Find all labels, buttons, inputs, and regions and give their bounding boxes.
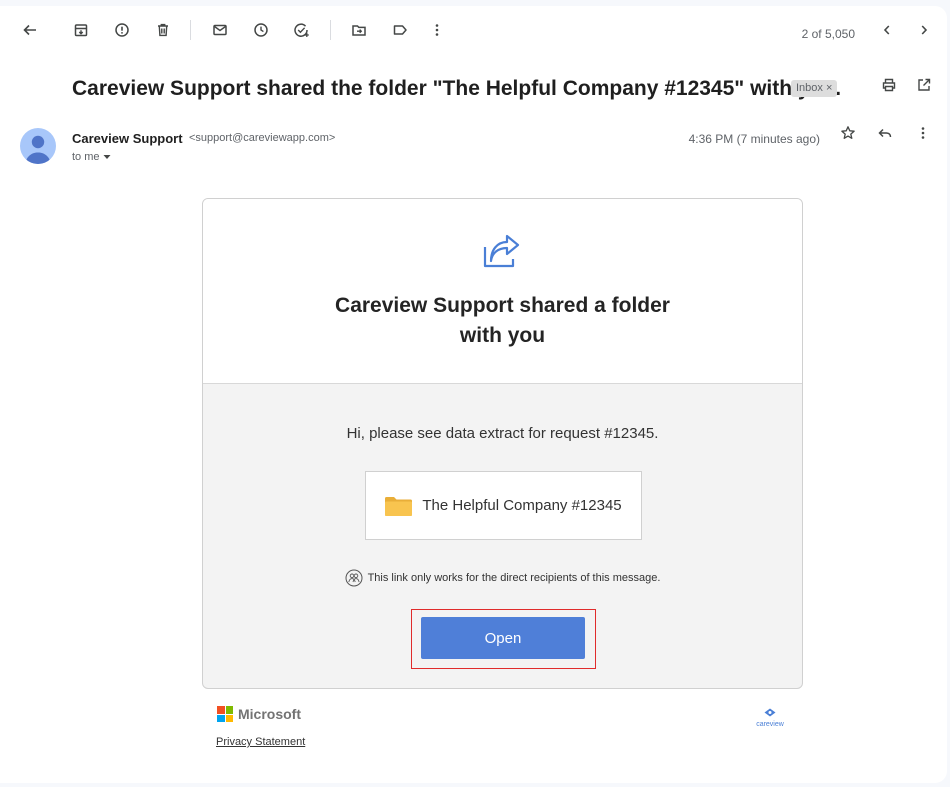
sender-email: <support@careviewapp.com>: [189, 132, 336, 144]
caret-down-icon: [103, 154, 111, 160]
careview-logo-mark: [764, 708, 776, 717]
recipient-notice: This link only works for the direct reci…: [203, 569, 802, 587]
back-arrow-icon[interactable]: [20, 20, 40, 40]
toolbar-divider: [190, 20, 191, 40]
folder-name: The Helpful Company #12345: [422, 497, 622, 514]
delete-icon[interactable]: [153, 20, 173, 40]
microsoft-grid-icon: [217, 706, 233, 722]
message-timestamp: 4:36 PM (7 minutes ago): [688, 132, 820, 146]
folder-icon: [385, 496, 413, 516]
card-title-line-1: Careview Support shared a folder: [335, 294, 670, 317]
open-button[interactable]: Open: [421, 617, 585, 659]
message-more-icon[interactable]: [913, 123, 933, 143]
careview-logo-text: careview: [756, 721, 784, 728]
notice-text: This link only works for the direct reci…: [367, 572, 661, 584]
chevron-right-icon[interactable]: [914, 20, 934, 40]
mark-unread-icon[interactable]: [210, 20, 230, 40]
reply-icon[interactable]: [875, 123, 895, 143]
snooze-icon[interactable]: [251, 20, 271, 40]
card-header: Careview Support shared a folder with yo…: [203, 199, 802, 384]
report-spam-icon[interactable]: [112, 20, 132, 40]
card-title-line-2: with you: [459, 324, 546, 347]
archive-icon[interactable]: [71, 20, 91, 40]
add-task-icon[interactable]: [292, 20, 312, 40]
sender-name[interactable]: Careview Support: [72, 131, 183, 146]
move-to-icon[interactable]: [349, 20, 369, 40]
recipient-text: to me: [72, 151, 100, 163]
print-icon[interactable]: [879, 75, 899, 95]
toolbar-divider: [330, 20, 331, 40]
more-vert-icon[interactable]: [427, 20, 447, 40]
email-body-card: Careview Support shared a folder with yo…: [202, 198, 803, 689]
card-title: Careview Support shared a folder with yo…: [203, 291, 802, 351]
email-subject: Careview Support shared the folder "The …: [72, 77, 842, 100]
privacy-statement-link[interactable]: Privacy Statement: [216, 736, 305, 748]
pagination-count: 2 of 5,050: [801, 27, 855, 41]
recipient-details-toggle[interactable]: to me: [72, 151, 111, 163]
open-in-new-window-icon[interactable]: [914, 75, 934, 95]
avatar[interactable]: [20, 128, 56, 164]
star-icon[interactable]: [838, 123, 858, 143]
card-message: Hi, please see data extract for request …: [346, 425, 659, 442]
label-chip-text: Inbox: [796, 82, 823, 94]
shared-folder-link[interactable]: The Helpful Company #12345: [365, 471, 642, 540]
inbox-label-chip[interactable]: Inbox ×: [791, 80, 838, 97]
microsoft-logo: Microsoft: [217, 706, 301, 722]
chevron-left-icon[interactable]: [877, 20, 897, 40]
people-lock-icon: [345, 569, 363, 587]
share-icon: [482, 233, 522, 269]
microsoft-logo-text: Microsoft: [238, 706, 301, 722]
label-icon[interactable]: [390, 20, 410, 40]
remove-label-icon[interactable]: ×: [826, 82, 832, 94]
careview-logo: careview: [752, 704, 788, 728]
